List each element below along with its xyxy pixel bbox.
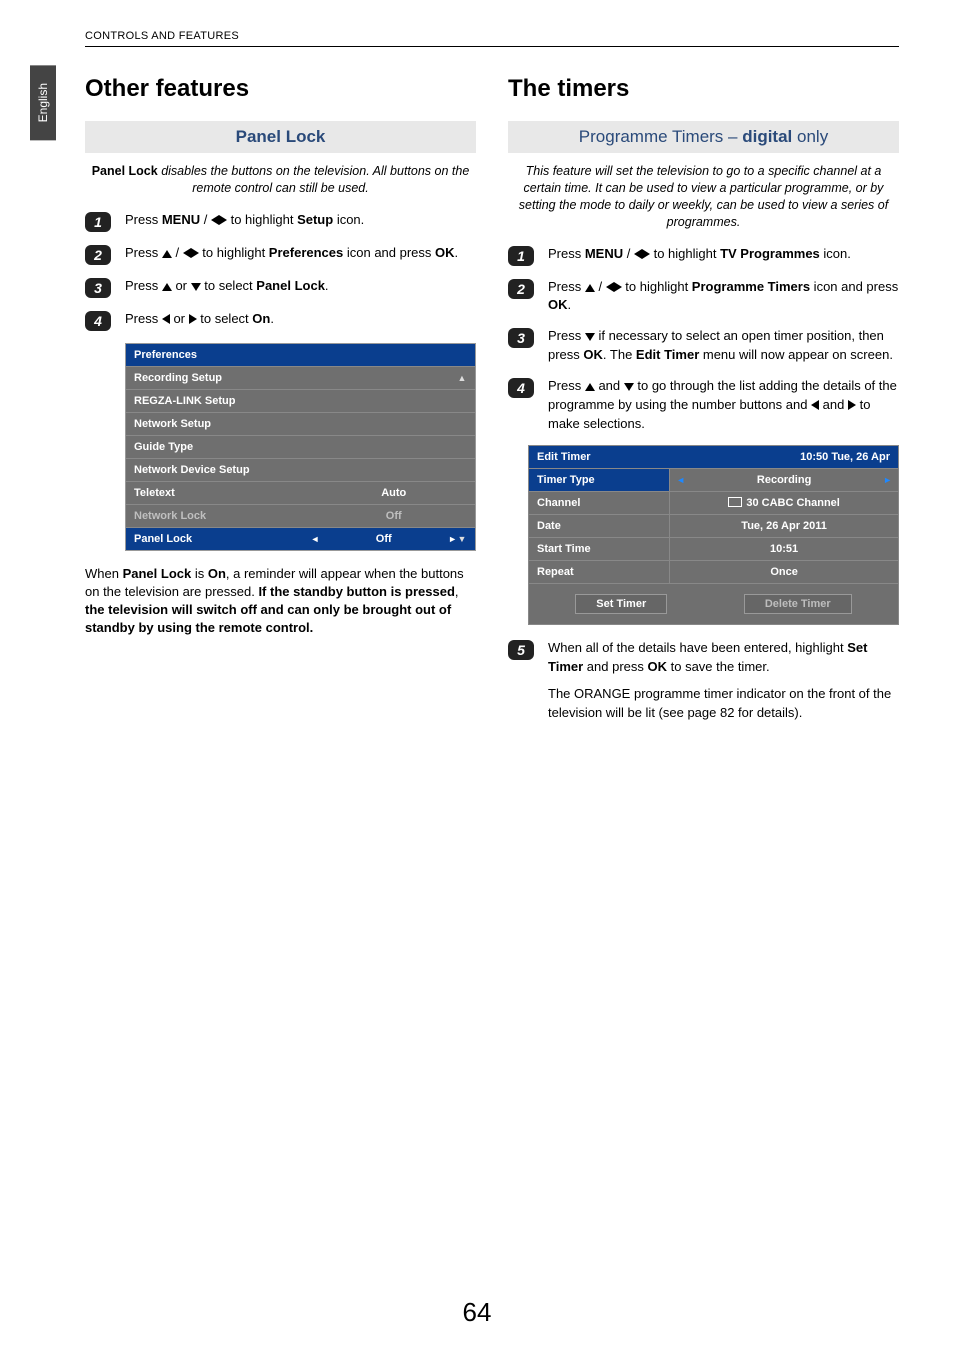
step-2: 2 Press / to highlight Programme Timers … [508, 278, 899, 316]
section-title-other-features: Other features [85, 75, 476, 103]
osd-row-label: Recording Setup [134, 372, 457, 384]
up-arrow-icon [162, 250, 172, 258]
step-number-icon: 1 [508, 246, 534, 266]
step-number-icon: 3 [85, 278, 111, 298]
step-1-text: Press MENU / to highlight TV Programmes … [548, 245, 851, 264]
section-title-the-timers: The timers [508, 75, 899, 103]
right-arrow-icon [848, 400, 856, 410]
step-4: 4 Press and to go through the list addin… [508, 377, 899, 434]
down-arrow-icon [624, 383, 634, 391]
right-arrow-icon [614, 282, 622, 292]
up-arrow-icon [585, 284, 595, 292]
osd-row-value: Once [669, 561, 898, 583]
osd-row-value: 30 CABC Channel [669, 492, 898, 514]
osd-row-value: ◄ Recording ► [669, 469, 898, 491]
left-arrow-icon [606, 282, 614, 292]
value-left-arrow-icon: ◄ [310, 534, 319, 544]
step-5-text: When all of the details have been entere… [548, 639, 899, 722]
intro-bold: Panel Lock [92, 164, 158, 178]
page-number: 64 [0, 1297, 954, 1328]
left-arrow-icon [183, 248, 191, 258]
preferences-osd: Preferences Recording Setup▲ REGZA-LINK … [125, 343, 476, 551]
panel-lock-intro: Panel Lock disables the buttons on the t… [91, 163, 470, 197]
down-arrow-icon [191, 283, 201, 291]
value-right-arrow-icon: ► [883, 475, 892, 485]
osd-row-label: REGZA-LINK Setup [134, 395, 467, 407]
left-arrow-icon [634, 249, 642, 259]
left-column: Other features Panel Lock Panel Lock dis… [85, 75, 476, 735]
panel-lock-note: When Panel Lock is On, a reminder will a… [85, 565, 476, 638]
subhead-programme-timers: Programme Timers – digital only [508, 121, 899, 153]
step-number-icon: 1 [85, 212, 111, 232]
edit-timer-osd: Edit Timer 10:50 Tue, 26 Apr Timer Type … [528, 445, 899, 625]
step-3-text: Press or to select Panel Lock. [125, 277, 329, 296]
up-arrow-icon [585, 383, 595, 391]
osd-row-label: Teletext [134, 487, 320, 499]
delete-timer-button: Delete Timer [744, 594, 852, 614]
step-5: 5 When all of the details have been ente… [508, 639, 899, 722]
right-arrow-icon [219, 215, 227, 225]
left-arrow-icon [211, 215, 219, 225]
osd-row-value: Tue, 26 Apr 2011 [669, 515, 898, 537]
step-number-icon: 3 [508, 328, 534, 348]
step-4-text: Press or to select On. [125, 310, 274, 329]
step-3: 3 Press if necessary to select an open t… [508, 327, 899, 365]
osd-row-label: Repeat [529, 561, 669, 583]
step-4-text: Press and to go through the list adding … [548, 377, 899, 434]
step-1-text: Press MENU / to highlight Setup icon. [125, 211, 364, 230]
osd-row-label: Guide Type [134, 441, 467, 453]
osd-row-label: Channel [529, 492, 669, 514]
osd-row-value: ◄ Off ► [310, 533, 457, 545]
step-number-icon: 2 [85, 245, 111, 265]
osd-row-label: Date [529, 515, 669, 537]
left-arrow-icon [811, 400, 819, 410]
right-arrow-icon [191, 248, 199, 258]
osd-row-label: Network Setup [134, 418, 467, 430]
up-arrow-icon [162, 283, 172, 291]
osd-row-value: 10:51 [669, 538, 898, 560]
step-number-icon: 4 [85, 311, 111, 331]
osd-header-title: Edit Timer [537, 451, 591, 463]
down-arrow-icon [585, 333, 595, 341]
osd-row-label: Network Lock [134, 510, 320, 522]
step-2: 2 Press / to highlight Preferences icon … [85, 244, 476, 265]
timers-intro: This feature will set the television to … [514, 163, 893, 231]
step-3: 3 Press or to select Panel Lock. [85, 277, 476, 298]
osd-row-value: Off [320, 510, 467, 522]
osd-row-label: Start Time [529, 538, 669, 560]
right-arrow-icon [189, 314, 197, 324]
step-3-text: Press if necessary to select an open tim… [548, 327, 899, 365]
step-2-text: Press / to highlight Preferences icon an… [125, 244, 458, 263]
scroll-down-icon: ▼ [457, 534, 467, 544]
osd-row-label: Timer Type [529, 469, 669, 491]
step-1: 1 Press MENU / to highlight Setup icon. [85, 211, 476, 232]
step-number-icon: 4 [508, 378, 534, 398]
subhead-panel-lock: Panel Lock [85, 121, 476, 153]
set-timer-button: Set Timer [575, 594, 667, 614]
right-arrow-icon [642, 249, 650, 259]
step-number-icon: 2 [508, 279, 534, 299]
osd-header: Preferences [134, 349, 197, 361]
tv-icon [728, 497, 742, 507]
value-right-arrow-icon: ► [448, 534, 457, 544]
osd-row-label: Panel Lock [134, 533, 310, 545]
osd-row-label: Network Device Setup [134, 464, 467, 476]
step-number-icon: 5 [508, 640, 534, 660]
left-arrow-icon [162, 314, 170, 324]
osd-header-time: 10:50 Tue, 26 Apr [800, 451, 890, 463]
osd-row-value: Auto [320, 487, 467, 499]
running-head: CONTROLS AND FEATURES [85, 30, 899, 47]
value-left-arrow-icon: ◄ [676, 475, 685, 485]
right-column: The timers Programme Timers – digital on… [508, 75, 899, 735]
step-4: 4 Press or to select On. [85, 310, 476, 331]
step-1: 1 Press MENU / to highlight TV Programme… [508, 245, 899, 266]
scroll-up-icon: ▲ [457, 373, 467, 383]
step-2-text: Press / to highlight Programme Timers ic… [548, 278, 899, 316]
